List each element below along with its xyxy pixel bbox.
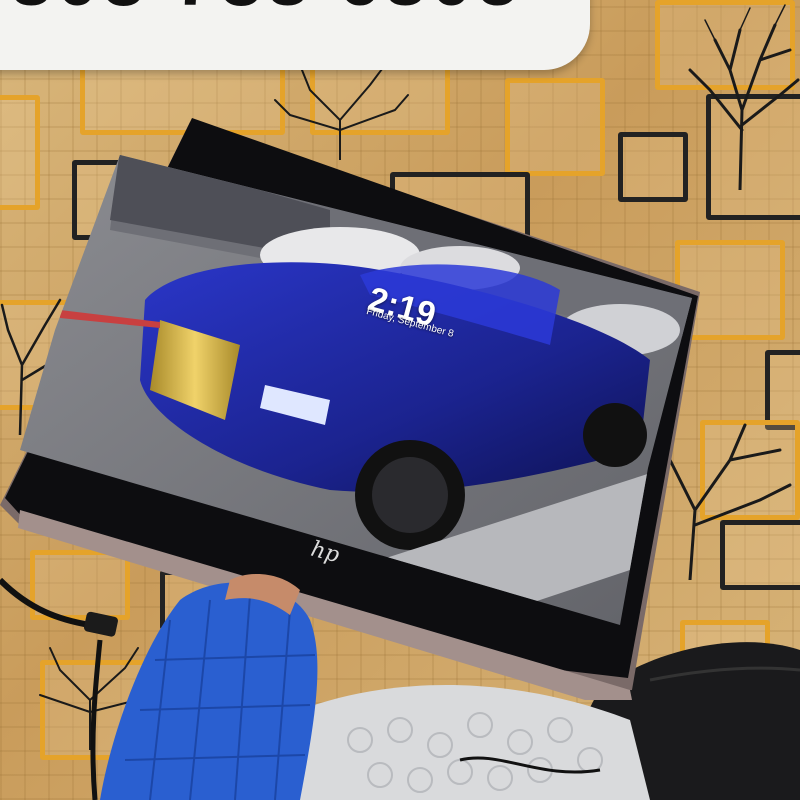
photo-scene: 803 738 6805 — [0, 0, 800, 800]
hand-sleeve — [100, 574, 318, 800]
